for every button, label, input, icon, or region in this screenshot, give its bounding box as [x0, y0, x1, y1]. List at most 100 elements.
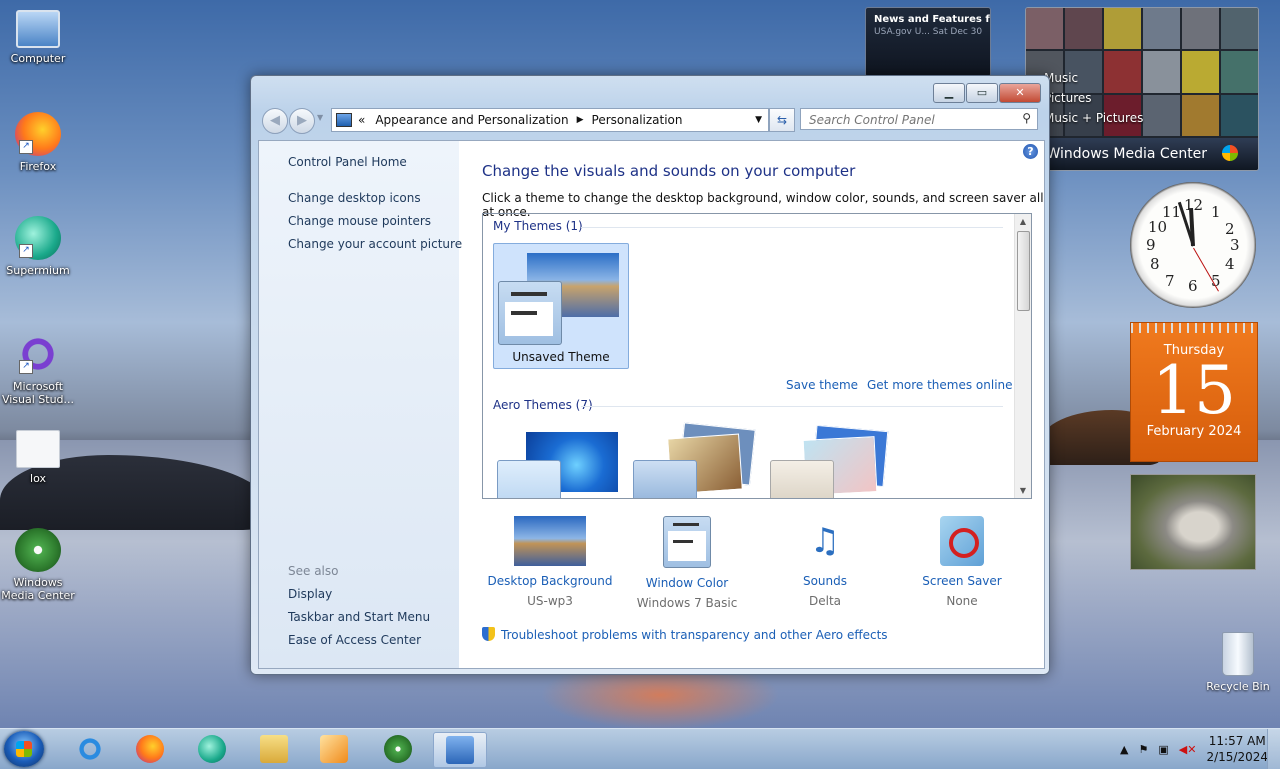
maximize-button[interactable]: ▭: [966, 83, 998, 103]
option-sounds[interactable]: ♫ Sounds Delta: [760, 516, 890, 608]
menu-item-pictures[interactable]: Pictures: [1044, 88, 1143, 108]
show-desktop-button[interactable]: [1267, 729, 1280, 769]
desktop-icon-label: Firefox: [19, 160, 57, 173]
scroll-thumb[interactable]: [1017, 231, 1030, 311]
desktop-icon-supermium[interactable]: ↗ Supermium: [0, 216, 76, 277]
desktop-icon-label: Supermium: [6, 264, 70, 277]
link-change-mouse-pointers[interactable]: Change mouse pointers: [288, 214, 431, 228]
close-button[interactable]: ✕: [999, 83, 1041, 103]
link-change-desktop-icons[interactable]: Change desktop icons: [288, 191, 421, 205]
taskbar-firefox[interactable]: [124, 732, 176, 766]
theme-list-scrollbar[interactable]: ▲ ▼: [1014, 214, 1031, 498]
desktop-icon-label: Microsoft Visual Stud...: [1, 380, 75, 406]
clock-number: 9: [1146, 236, 1156, 254]
option-screen-saver[interactable]: Screen Saver None: [897, 516, 1027, 608]
taskbar-internet-explorer[interactable]: [64, 732, 116, 766]
see-also-heading: See also: [288, 564, 339, 578]
taskbar-windows-media-center[interactable]: [372, 732, 424, 766]
back-button[interactable]: ◀: [262, 108, 288, 134]
news-meta: USA.gov U... Sat Dec 30: [874, 27, 983, 37]
calendar-gadget[interactable]: Thursday 15 February 2024: [1130, 322, 1258, 462]
breadcrumb-chevron-icon[interactable]: ▶: [577, 115, 584, 125]
scroll-down-icon[interactable]: ▼: [1015, 486, 1031, 495]
gears-icon: [16, 430, 60, 468]
page-title: Change the visuals and sounds on your co…: [482, 162, 856, 180]
clock-number: 8: [1150, 255, 1160, 273]
taskbar-file-explorer[interactable]: [248, 732, 300, 766]
link-control-panel-home[interactable]: Control Panel Home: [288, 155, 407, 169]
shortcut-arrow-icon: ↗: [19, 360, 33, 374]
theme-characters[interactable]: [770, 424, 890, 498]
media-center-brand[interactable]: Windows Media Center: [1026, 138, 1258, 170]
news-headline[interactable]: News and Features f...: [866, 8, 990, 25]
link-change-account-picture[interactable]: Change your account picture: [288, 237, 462, 251]
theme-unsaved[interactable]: Unsaved Theme: [493, 243, 629, 369]
address-dropdown-icon[interactable]: ▼: [755, 115, 762, 125]
computer-icon: [16, 10, 60, 48]
link-taskbar-start-menu[interactable]: Taskbar and Start Menu: [288, 610, 430, 624]
start-button[interactable]: [4, 731, 44, 767]
link-display[interactable]: Display: [288, 587, 332, 601]
desktop-icon-label: Windows Media Center: [1, 576, 75, 602]
link-ease-of-access[interactable]: Ease of Access Center: [288, 633, 421, 647]
option-label[interactable]: Sounds: [760, 574, 890, 588]
desktop-icon-lox[interactable]: lox: [0, 430, 76, 485]
theme-architecture[interactable]: [633, 422, 756, 498]
shortcut-arrow-icon: ↗: [19, 140, 33, 154]
internet-explorer-icon: [76, 735, 104, 763]
breadcrumb-personalization[interactable]: Personalization: [592, 113, 683, 127]
option-value: Windows 7 Basic: [636, 596, 738, 610]
refresh-button[interactable]: ⇆: [769, 108, 795, 132]
window-controls: ▁ ▭ ✕: [933, 83, 1041, 103]
volume-muted-icon[interactable]: ◀✕: [1179, 743, 1197, 756]
window-color-preview: [498, 281, 562, 345]
taskbar-clock[interactable]: 11:57 AM 2/15/2024: [1206, 733, 1268, 765]
window-content: Control Panel Home Change desktop icons …: [258, 140, 1045, 669]
personalization-window[interactable]: ▁ ▭ ✕ ◀ ▶ ▼ « Appearance and Personaliza…: [250, 75, 1050, 675]
troubleshoot-aero-link[interactable]: Troubleshoot problems with transparency …: [482, 627, 888, 642]
desktop-icon-recycle-bin[interactable]: Recycle Bin: [1200, 632, 1276, 693]
scroll-up-icon[interactable]: ▲: [1015, 217, 1031, 226]
get-more-themes-link[interactable]: Get more themes online: [867, 378, 1013, 392]
show-hidden-icons-icon[interactable]: ▲: [1120, 743, 1128, 756]
desktop-icon-visual-studio[interactable]: ↗ Microsoft Visual Stud...: [0, 332, 76, 406]
theme-windows-7[interactable]: [497, 432, 618, 498]
slideshow-gadget-koala-photo[interactable]: [1130, 474, 1256, 570]
theme-list[interactable]: My Themes (1) Unsaved Theme Save theme G…: [482, 213, 1032, 499]
desktop-icon-firefox[interactable]: ↗ Firefox: [0, 112, 76, 173]
supermium-icon: ↗: [15, 216, 61, 260]
clock-number: 1: [1211, 203, 1221, 221]
recent-pages-dropdown-icon[interactable]: ▼: [317, 113, 323, 122]
menu-item-music-pictures[interactable]: Music + Pictures: [1044, 108, 1143, 128]
option-window-color[interactable]: Window Color Windows 7 Basic: [622, 516, 752, 610]
help-icon[interactable]: ?: [1023, 144, 1038, 159]
taskbar-control-panel[interactable]: [433, 732, 487, 768]
desktop-icon-label: Computer: [10, 52, 66, 65]
clock-number: 4: [1225, 255, 1235, 273]
option-desktop-background[interactable]: Desktop Background US-wp3: [485, 516, 615, 608]
news-gadget[interactable]: News and Features f... USA.gov U... Sat …: [865, 7, 991, 77]
desktop-icon-windows-media-center[interactable]: Windows Media Center: [0, 528, 76, 602]
minimize-button[interactable]: ▁: [933, 83, 965, 103]
network-icon[interactable]: ▣: [1158, 743, 1168, 756]
action-center-flag-icon[interactable]: ⚑: [1139, 743, 1149, 756]
forward-button[interactable]: ▶: [289, 108, 315, 134]
navigation-bar: ◀ ▶ ▼ « Appearance and Personalization ▶…: [259, 107, 1041, 134]
option-label[interactable]: Screen Saver: [897, 574, 1027, 588]
breadcrumb-overflow[interactable]: «: [358, 113, 365, 127]
taskbar-supermium[interactable]: [186, 732, 238, 766]
desktop-icon-computer[interactable]: Computer: [0, 10, 76, 65]
clock-gadget[interactable]: 12 1 2 3 4 5 6 7 8 9 10 11: [1130, 182, 1256, 308]
breadcrumb-appearance[interactable]: Appearance and Personalization: [375, 113, 568, 127]
search-box[interactable]: ⚲: [800, 108, 1038, 130]
search-icon[interactable]: ⚲: [1022, 111, 1031, 125]
taskbar-media-player[interactable]: [308, 732, 360, 766]
option-label[interactable]: Desktop Background: [485, 574, 615, 588]
task-pane: Control Panel Home Change desktop icons …: [259, 141, 462, 668]
address-bar[interactable]: « Appearance and Personalization ▶ Perso…: [331, 108, 769, 132]
option-label[interactable]: Window Color: [622, 576, 752, 590]
menu-item-music[interactable]: Music: [1044, 68, 1143, 88]
media-center-gadget[interactable]: Music Pictures Music + Pictures Windows …: [1025, 7, 1259, 171]
search-input[interactable]: [807, 110, 1011, 130]
save-theme-link[interactable]: Save theme: [786, 378, 858, 392]
